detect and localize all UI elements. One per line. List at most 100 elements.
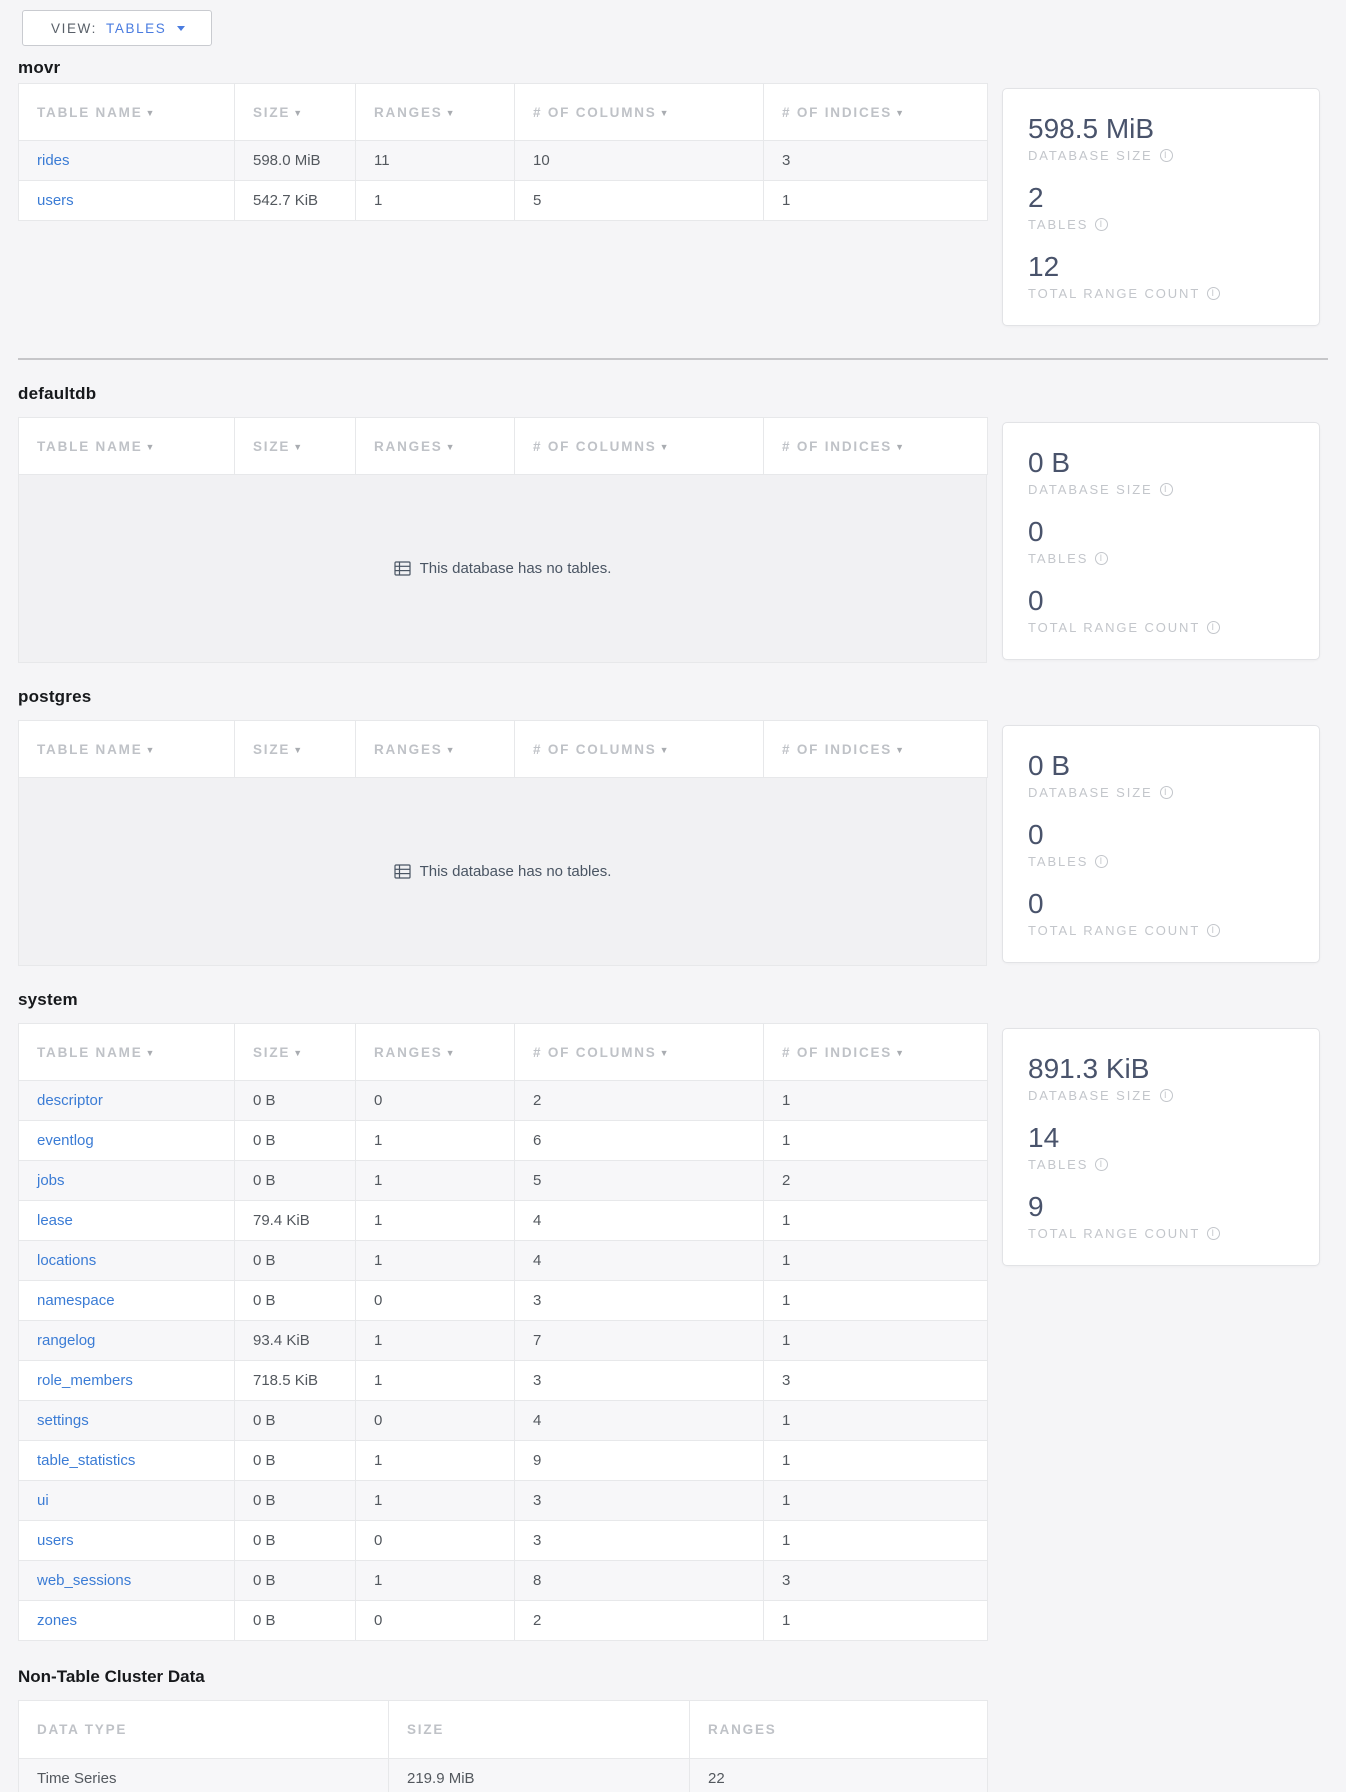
column-header-of-indices[interactable]: # OF INDICES▼ — [764, 418, 988, 475]
databases-page: VIEW: TABLES movr TABLE NAME▼ SIZE▼ RANG… — [0, 0, 1346, 1792]
sort-arrow-icon: ▼ — [895, 1048, 906, 1058]
info-icon[interactable]: i — [1207, 287, 1220, 300]
info-icon[interactable]: i — [1207, 1227, 1220, 1240]
cell-ranges: 0 — [356, 1601, 515, 1641]
column-header-ranges[interactable]: RANGES▼ — [356, 84, 515, 141]
column-header-label: RANGES — [374, 742, 443, 757]
cell-ranges: 1 — [356, 1121, 515, 1161]
cell-size: 0 B — [235, 1441, 356, 1481]
cell-table-name: locations — [19, 1241, 235, 1281]
info-icon[interactable]: i — [1095, 1158, 1108, 1171]
stat-ranges: 0 TOTAL RANGE COUNT i — [1028, 585, 1309, 635]
table-name-link[interactable]: table_statistics — [37, 1452, 135, 1469]
empty-message: This database has no tables. — [420, 560, 612, 577]
info-icon[interactable]: i — [1160, 483, 1173, 496]
table-name-link[interactable]: users — [37, 1532, 74, 1549]
column-header-of-columns[interactable]: # OF COLUMNS▼ — [515, 418, 764, 475]
table-name-link[interactable]: lease — [37, 1212, 73, 1229]
info-icon[interactable]: i — [1160, 149, 1173, 162]
table-name-link[interactable]: descriptor — [37, 1092, 103, 1109]
table-name-link[interactable]: settings — [37, 1412, 89, 1429]
table-row: users 542.7 KiB 1 5 1 — [19, 181, 988, 221]
column-header-label: # OF COLUMNS — [533, 742, 657, 757]
info-icon[interactable]: i — [1207, 924, 1220, 937]
table-name-link[interactable]: locations — [37, 1252, 96, 1269]
table-name-link[interactable]: namespace — [37, 1292, 115, 1309]
column-header-of-indices[interactable]: # OF INDICES▼ — [764, 1024, 988, 1081]
sort-arrow-icon: ▼ — [146, 108, 157, 118]
table-row: table_statistics 0 B 1 9 1 — [19, 1441, 988, 1481]
stat-ranges: 0 TOTAL RANGE COUNT i — [1028, 888, 1309, 938]
column-header-label: SIZE — [253, 742, 290, 757]
info-icon[interactable]: i — [1095, 855, 1108, 868]
column-header-label: # OF INDICES — [782, 105, 892, 120]
cell-table-name: jobs — [19, 1161, 235, 1201]
column-header-size[interactable]: SIZE▼ — [235, 84, 356, 141]
column-header-table-name[interactable]: TABLE NAME▼ — [19, 721, 235, 778]
column-header-of-indices[interactable]: # OF INDICES▼ — [764, 84, 988, 141]
cell-table-name: namespace — [19, 1281, 235, 1321]
info-icon[interactable]: i — [1160, 786, 1173, 799]
stat-size: 0 B DATABASE SIZE i — [1028, 447, 1309, 497]
stat-ranges: 9 TOTAL RANGE COUNT i — [1028, 1191, 1309, 1241]
column-header-size[interactable]: SIZE▼ — [235, 721, 356, 778]
cell-ranges: 1 — [356, 1241, 515, 1281]
stat-label: TABLES i — [1028, 551, 1309, 566]
info-icon[interactable]: i — [1160, 1089, 1173, 1102]
column-header-ranges[interactable]: RANGES▼ — [356, 418, 515, 475]
cell-ranges: 1 — [356, 1321, 515, 1361]
table-name-link[interactable]: role_members — [37, 1372, 133, 1389]
cell-size: 79.4 KiB — [235, 1201, 356, 1241]
stat-value: 0 — [1028, 585, 1309, 617]
cell-indices: 1 — [764, 1081, 988, 1121]
cell-table-name: rangelog — [19, 1321, 235, 1361]
stat-value: 598.5 MiB — [1028, 113, 1309, 145]
table-name-link[interactable]: eventlog — [37, 1132, 94, 1149]
column-header-of-columns[interactable]: # OF COLUMNS▼ — [515, 84, 764, 141]
cell-indices: 3 — [764, 1561, 988, 1601]
stat-label: DATABASE SIZE i — [1028, 785, 1309, 800]
cell-size: 0 B — [235, 1081, 356, 1121]
column-header-size[interactable]: SIZE▼ — [235, 1024, 356, 1081]
database-tables-table: TABLE NAME▼ SIZE▼ RANGES▼ # OF COLUMNS▼ … — [18, 720, 987, 966]
table-name-link[interactable]: users — [37, 192, 74, 209]
database-name-heading: movr — [18, 58, 1346, 78]
table-name-link[interactable]: ui — [37, 1492, 49, 1509]
database-tables-table: TABLE NAME▼ SIZE▼ RANGES▼ # OF COLUMNS▼ … — [18, 417, 987, 663]
cell-indices: 1 — [764, 1121, 988, 1161]
cell-indices: 1 — [764, 1521, 988, 1561]
cell-table-name: role_members — [19, 1361, 235, 1401]
column-header-table-name[interactable]: TABLE NAME▼ — [19, 1024, 235, 1081]
stat-value: 0 B — [1028, 447, 1309, 479]
table-name-link[interactable]: rangelog — [37, 1332, 95, 1349]
database-section-movr: movr TABLE NAME▼ SIZE▼ RANGES▼ # OF COLU… — [18, 58, 1346, 326]
column-header-size[interactable]: SIZE▼ — [235, 418, 356, 475]
cell-size: 718.5 KiB — [235, 1361, 356, 1401]
column-header-table-name[interactable]: TABLE NAME▼ — [19, 418, 235, 475]
stat-tables: 0 TABLES i — [1028, 516, 1309, 566]
column-header-of-columns[interactable]: # OF COLUMNS▼ — [515, 721, 764, 778]
table-name-link[interactable]: jobs — [37, 1172, 65, 1189]
table-name-link[interactable]: web_sessions — [37, 1572, 131, 1589]
cell-size: 598.0 MiB — [235, 141, 356, 181]
cell-ranges: 0 — [356, 1081, 515, 1121]
stat-label-text: TABLES — [1028, 854, 1088, 869]
cell-columns: 3 — [515, 1281, 764, 1321]
column-header-ranges[interactable]: RANGES▼ — [356, 1024, 515, 1081]
column-header-of-columns[interactable]: # OF COLUMNS▼ — [515, 1024, 764, 1081]
column-header-table-name[interactable]: TABLE NAME▼ — [19, 84, 235, 141]
info-icon[interactable]: i — [1095, 218, 1108, 231]
view-selector-button[interactable]: VIEW: TABLES — [22, 10, 212, 46]
stat-label: TOTAL RANGE COUNT i — [1028, 1226, 1309, 1241]
cell-size: 542.7 KiB — [235, 181, 356, 221]
table-name-link[interactable]: zones — [37, 1612, 77, 1629]
database-tables-table: TABLE NAME▼ SIZE▼ RANGES▼ # OF COLUMNS▼ … — [18, 83, 987, 221]
stat-label: TOTAL RANGE COUNT i — [1028, 286, 1309, 301]
column-header-ranges[interactable]: RANGES▼ — [356, 721, 515, 778]
stat-label: TABLES i — [1028, 854, 1309, 869]
info-icon[interactable]: i — [1095, 552, 1108, 565]
table-name-link[interactable]: rides — [37, 152, 70, 169]
column-header-of-indices[interactable]: # OF INDICES▼ — [764, 721, 988, 778]
info-icon[interactable]: i — [1207, 621, 1220, 634]
view-label: VIEW: — [51, 21, 97, 36]
